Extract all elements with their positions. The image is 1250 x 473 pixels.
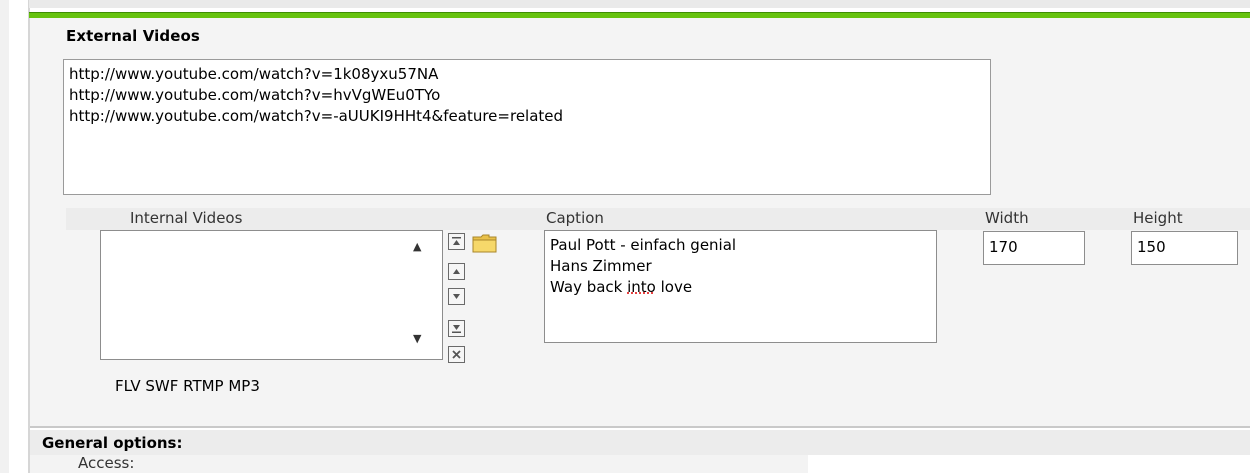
move-up-icon[interactable] — [448, 263, 465, 280]
height-input[interactable]: 150 — [1131, 231, 1238, 265]
height-label: Height — [1133, 209, 1183, 227]
caption-line: Paul Pott - einfach genial — [550, 236, 737, 254]
caption-line: Hans Zimmer — [550, 257, 652, 275]
scroll-down-arrow-icon[interactable]: ▼ — [413, 332, 421, 345]
width-input[interactable]: 170 — [983, 231, 1085, 265]
access-row — [30, 455, 808, 473]
top-bar — [29, 0, 1250, 8]
move-top-icon[interactable] — [448, 233, 465, 250]
internal-videos-label: Internal Videos — [130, 209, 243, 227]
remove-icon[interactable] — [448, 346, 465, 363]
left-rail — [0, 0, 9, 473]
folder-icon[interactable] — [472, 233, 497, 253]
internal-videos-list[interactable] — [100, 230, 443, 360]
scroll-up-arrow-icon[interactable]: ▲ — [413, 240, 421, 253]
column-header-strip — [66, 208, 1250, 230]
caption-textarea[interactable]: Paul Pott - einfach genial Hans Zimmer W… — [544, 230, 937, 343]
caption-label: Caption — [546, 209, 604, 227]
supported-formats: FLV SWF RTMP MP3 — [115, 377, 260, 395]
move-down-icon[interactable] — [448, 288, 465, 305]
general-options-title: General options: — [42, 434, 183, 452]
general-options-header — [30, 430, 1250, 455]
width-label: Width — [985, 209, 1029, 227]
external-videos-title: External Videos — [66, 27, 200, 45]
external-video-url: http://www.youtube.com/watch?v=-aUUKI9HH… — [69, 107, 564, 125]
external-video-url: http://www.youtube.com/watch?v=hvVgWEu0T… — [69, 86, 441, 104]
external-videos-textarea[interactable]: http://www.youtube.com/watch?v=1k08yxu57… — [63, 59, 991, 195]
access-label: Access: — [78, 454, 135, 472]
misspelled-word: into — [627, 278, 656, 296]
move-bottom-icon[interactable] — [448, 320, 465, 337]
external-video-url: http://www.youtube.com/watch?v=1k08yxu57… — [69, 65, 439, 83]
caption-line: Way back into love — [550, 278, 693, 296]
